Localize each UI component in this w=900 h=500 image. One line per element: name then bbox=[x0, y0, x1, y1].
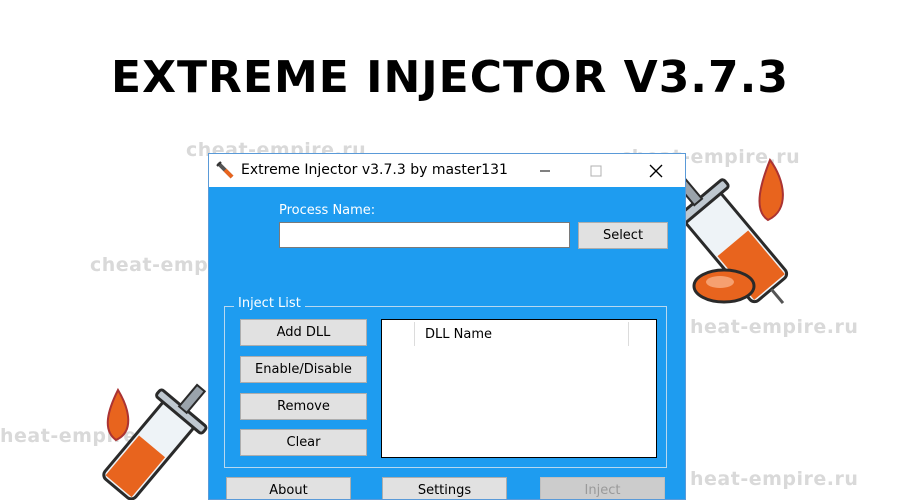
enable-disable-button[interactable]: Enable/Disable bbox=[240, 356, 367, 383]
watermark-text: heat-empire.ru bbox=[690, 468, 859, 490]
column-separator[interactable] bbox=[414, 322, 415, 346]
syringe-app-icon bbox=[216, 161, 234, 179]
minimize-button[interactable] bbox=[522, 154, 568, 187]
close-button[interactable] bbox=[633, 154, 679, 187]
select-process-button[interactable]: Select bbox=[578, 222, 668, 249]
window-title: Extreme Injector v3.7.3 by master131 bbox=[241, 162, 508, 178]
maximize-icon bbox=[590, 165, 602, 176]
minimize-icon bbox=[540, 170, 550, 171]
about-button[interactable]: About bbox=[226, 477, 351, 499]
dll-list[interactable]: DLL Name bbox=[381, 319, 657, 458]
inject-list-title: Inject List bbox=[234, 296, 305, 311]
dll-name-column-header[interactable]: DLL Name bbox=[425, 327, 492, 342]
column-separator[interactable] bbox=[628, 322, 629, 346]
page-headline: EXTREME INJECTOR V3.7.3 bbox=[111, 52, 789, 103]
maximize-button[interactable] bbox=[573, 154, 619, 187]
settings-button[interactable]: Settings bbox=[382, 477, 507, 499]
process-name-label: Process Name: bbox=[279, 203, 376, 218]
clear-button[interactable]: Clear bbox=[240, 429, 367, 456]
remove-button[interactable]: Remove bbox=[240, 393, 367, 420]
injector-window: Extreme Injector v3.7.3 by master131 Pro… bbox=[208, 153, 686, 500]
watermark-text: cheat-emp bbox=[90, 254, 209, 276]
syringe-icon bbox=[102, 383, 208, 500]
title-bar[interactable]: Extreme Injector v3.7.3 by master131 bbox=[209, 154, 685, 187]
process-name-input[interactable] bbox=[279, 222, 570, 248]
add-dll-button[interactable]: Add DLL bbox=[240, 319, 367, 346]
drop-icon bbox=[692, 268, 756, 304]
close-icon bbox=[649, 164, 663, 177]
inject-button[interactable]: Inject bbox=[540, 477, 665, 499]
